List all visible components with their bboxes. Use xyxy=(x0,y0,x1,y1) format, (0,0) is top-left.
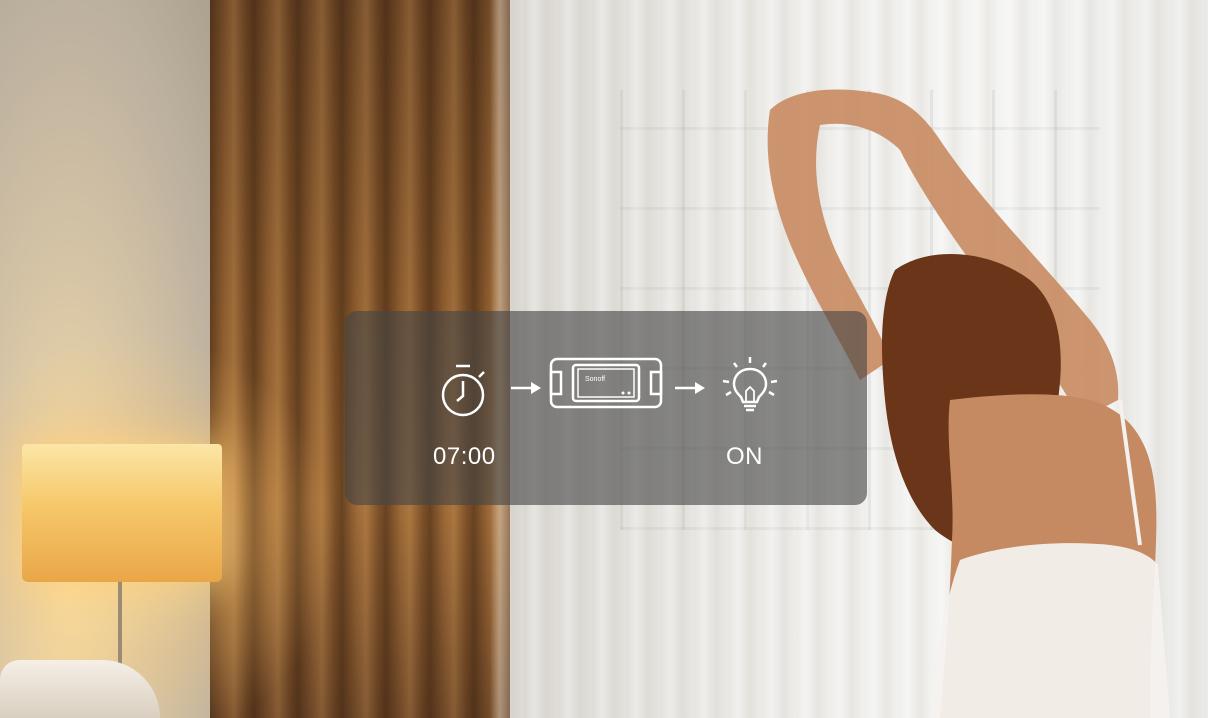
stopwatch-icon xyxy=(441,364,485,417)
switch-brand-logo: Sonoff xyxy=(585,376,605,383)
right-arrow-icon xyxy=(675,382,705,394)
schedule-time-label: 07:00 xyxy=(433,443,496,470)
smart-switch-icon: Sonoff xyxy=(549,357,663,409)
light-state-label: ON xyxy=(726,443,763,470)
right-arrow-icon xyxy=(511,382,541,394)
light-bulb-icon xyxy=(722,357,778,412)
automation-flow: Sonoff xyxy=(345,355,867,419)
automation-overlay: Sonoff 07:00 ON xyxy=(345,311,867,505)
